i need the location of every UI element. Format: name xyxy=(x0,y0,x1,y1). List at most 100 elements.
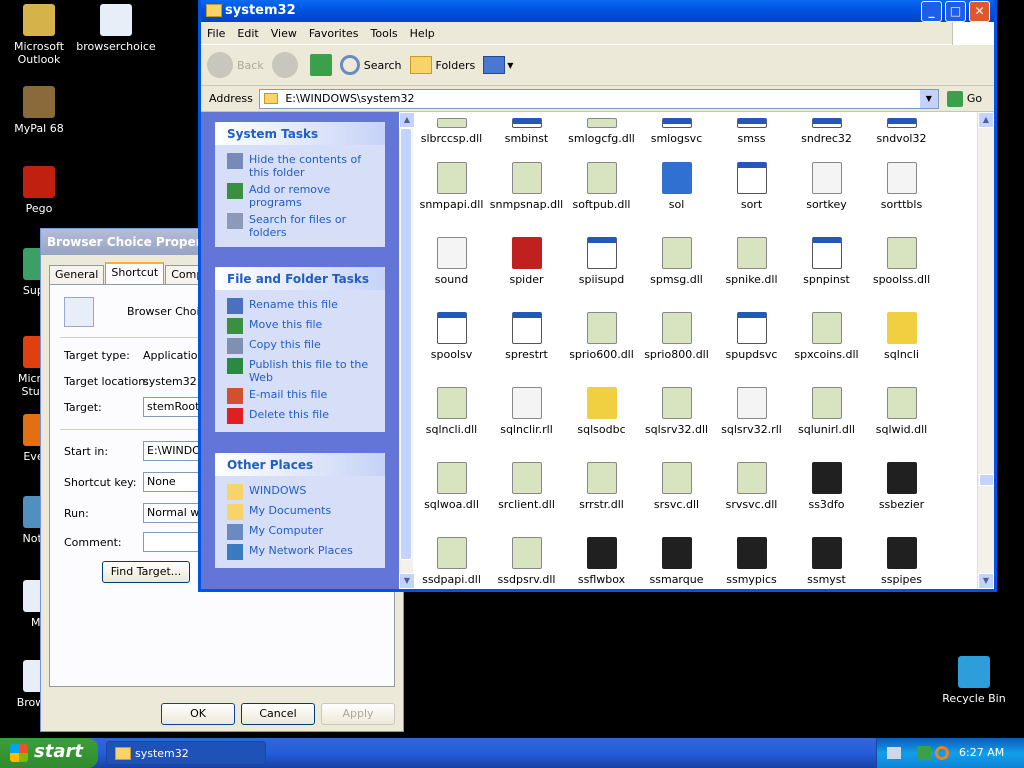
task-link[interactable]: WINDOWS xyxy=(215,482,385,502)
file-item[interactable]: sorttbls xyxy=(864,162,939,211)
menu-tools[interactable]: Tools xyxy=(365,27,404,40)
search-button[interactable]: Search xyxy=(339,55,402,75)
file-item[interactable]: ssbezier xyxy=(864,462,939,511)
file-item[interactable]: sprio600.dll xyxy=(564,312,639,361)
file-item[interactable]: sprio800.dll xyxy=(639,312,714,361)
start-button[interactable]: start xyxy=(0,738,98,768)
menu-file[interactable]: File xyxy=(201,27,231,40)
task-pane-scrollbar[interactable]: ▲ ▼ xyxy=(399,112,415,589)
file-item[interactable]: srvsvc.dll xyxy=(714,462,789,511)
minimize-button[interactable]: _ xyxy=(921,1,942,22)
taskbar-item-system32[interactable]: system32 xyxy=(106,741,266,765)
file-item[interactable]: spider xyxy=(489,237,564,286)
file-item[interactable]: sndvol32 xyxy=(864,112,939,145)
close-button[interactable]: ✕ xyxy=(969,1,990,22)
file-item[interactable]: sprestrt xyxy=(489,312,564,361)
file-item[interactable]: sqlncli.dll xyxy=(414,387,489,436)
file-item[interactable]: ssmarque xyxy=(639,537,714,586)
file-item[interactable]: ssflwbox xyxy=(564,537,639,586)
explorer-titlebar[interactable]: system32 _ □ ✕ xyxy=(201,0,994,22)
keyboard-icon[interactable] xyxy=(887,747,901,759)
find-target-button[interactable]: Find Target... xyxy=(102,561,190,583)
file-item[interactable]: ssmyst xyxy=(789,537,864,586)
task-link[interactable]: My Network Places xyxy=(215,542,385,562)
clock[interactable]: 6:27 AM xyxy=(959,746,1004,759)
task-link[interactable]: Move this file xyxy=(215,316,385,336)
file-item[interactable]: sqlsodbc xyxy=(564,387,639,436)
file-item[interactable]: spoolss.dll xyxy=(864,237,939,286)
ok-button[interactable]: OK xyxy=(161,703,235,725)
address-input[interactable]: E:\WINDOWS\system32 ▼ xyxy=(258,88,939,109)
file-item[interactable]: sqlnclir.rll xyxy=(489,387,564,436)
file-item[interactable]: spupdsvc xyxy=(714,312,789,361)
go-button[interactable]: Go xyxy=(967,92,982,105)
desktop-icon-3[interactable]: Pego xyxy=(0,166,79,215)
file-item[interactable]: sqlwoa.dll xyxy=(414,462,489,511)
task-link[interactable]: Copy this file xyxy=(215,336,385,356)
task-link[interactable]: Publish this file to the Web xyxy=(215,356,385,386)
file-item[interactable]: ss3dfo xyxy=(789,462,864,511)
address-dropdown-icon[interactable]: ▼ xyxy=(919,89,938,108)
file-item[interactable]: srclient.dll xyxy=(489,462,564,511)
file-item[interactable]: smlogcfg.dll xyxy=(564,112,639,145)
task-link[interactable]: Hide the contents of this folder xyxy=(215,151,385,181)
file-item[interactable]: smbinst xyxy=(489,112,564,145)
views-button[interactable]: ▼ xyxy=(483,56,513,74)
menu-view[interactable]: View xyxy=(265,27,303,40)
menu-edit[interactable]: Edit xyxy=(231,27,264,40)
file-item[interactable]: smss xyxy=(714,112,789,145)
menu-help[interactable]: Help xyxy=(404,27,441,40)
task-link[interactable]: Add or remove programs xyxy=(215,181,385,211)
task-link[interactable]: Search for files or folders xyxy=(215,211,385,241)
file-item[interactable]: spnpinst xyxy=(789,237,864,286)
task-link[interactable]: E-mail this file xyxy=(215,386,385,406)
task-link[interactable]: Rename this file xyxy=(215,296,385,316)
file-item[interactable]: sqlncli xyxy=(864,312,939,361)
desktop-icon-2[interactable]: MyPal 68 xyxy=(0,86,79,135)
file-item[interactable]: sqlsrv32.rll xyxy=(714,387,789,436)
desktop-icon-0[interactable]: Microsoft Outlook xyxy=(0,4,79,66)
network-icon[interactable] xyxy=(917,746,931,760)
menu-favorites[interactable]: Favorites xyxy=(303,27,365,40)
file-item[interactable]: srsvc.dll xyxy=(639,462,714,511)
file-item[interactable]: ssmypics xyxy=(714,537,789,586)
back-button[interactable]: Back xyxy=(207,52,264,78)
file-item[interactable]: smlogsvc xyxy=(639,112,714,145)
desktop-icon-10[interactable]: Recycle Bin xyxy=(934,656,1014,705)
file-item[interactable]: sqlunirl.dll xyxy=(789,387,864,436)
scroll-thumb[interactable] xyxy=(979,474,994,486)
file-item[interactable]: spiisupd xyxy=(564,237,639,286)
task-panel-header[interactable]: Other Places xyxy=(215,453,385,476)
task-link[interactable]: Delete this file xyxy=(215,406,385,426)
file-item[interactable]: sndrec32 xyxy=(789,112,864,145)
tab-general[interactable]: General xyxy=(49,265,105,284)
file-item[interactable]: snmpsnap.dll xyxy=(489,162,564,211)
file-list-scrollbar[interactable]: ▲ ▼ xyxy=(977,112,994,589)
file-item[interactable]: spnike.dll xyxy=(714,237,789,286)
task-panel-header[interactable]: File and Folder Tasks xyxy=(215,267,385,290)
tab-shortcut[interactable]: Shortcut xyxy=(105,262,165,284)
folders-button[interactable]: Folders xyxy=(409,56,475,74)
cancel-button[interactable]: Cancel xyxy=(241,703,315,725)
forward-button[interactable] xyxy=(271,52,302,78)
up-button[interactable] xyxy=(309,54,332,76)
desktop-icon-1[interactable]: browserchoice xyxy=(76,4,156,53)
file-item[interactable]: sortkey xyxy=(789,162,864,211)
scroll-down-arrow[interactable]: ▼ xyxy=(978,573,994,589)
task-panel-header[interactable]: System Tasks xyxy=(215,122,385,145)
file-item[interactable]: ssdpapi.dll xyxy=(414,537,489,586)
file-item[interactable]: ssdpsrv.dll xyxy=(489,537,564,586)
scroll-up-arrow[interactable]: ▲ xyxy=(978,112,994,128)
file-item[interactable]: snmpapi.dll xyxy=(414,162,489,211)
search-tray-icon[interactable] xyxy=(935,746,949,760)
file-item[interactable]: sqlsrv32.dll xyxy=(639,387,714,436)
file-item[interactable]: spmsg.dll xyxy=(639,237,714,286)
file-item[interactable]: spxcoins.dll xyxy=(789,312,864,361)
apply-button[interactable]: Apply xyxy=(321,703,395,725)
file-item[interactable]: sort xyxy=(714,162,789,211)
task-link[interactable]: My Documents xyxy=(215,502,385,522)
file-item[interactable]: spoolsv xyxy=(414,312,489,361)
file-item[interactable]: sqlwid.dll xyxy=(864,387,939,436)
file-item[interactable]: srrstr.dll xyxy=(564,462,639,511)
file-item[interactable]: sol xyxy=(639,162,714,211)
